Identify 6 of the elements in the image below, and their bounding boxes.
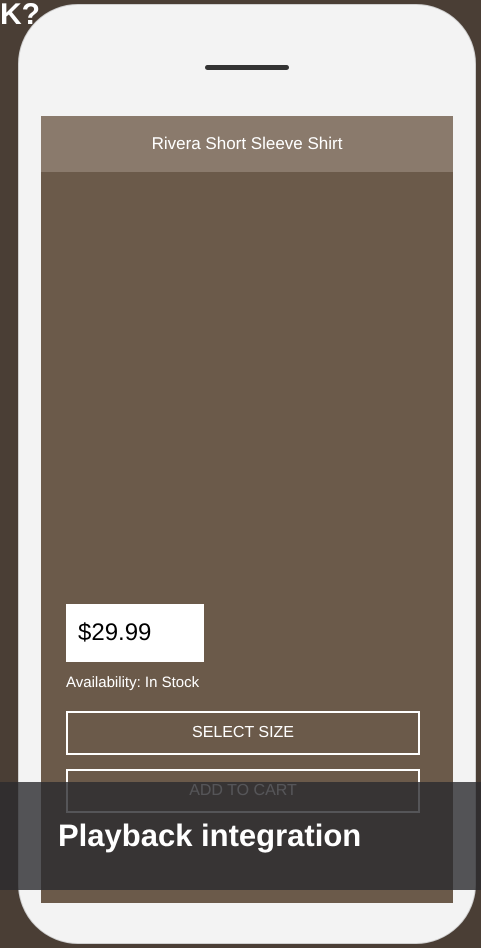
product-button[interactable]: SELECT SIZE bbox=[66, 711, 420, 755]
page-heading: K? bbox=[0, 0, 40, 30]
product-title: Rivera Short Sleeve Shirt bbox=[152, 133, 342, 156]
price: $29.99 bbox=[78, 618, 152, 648]
caption-text: Playback integration bbox=[58, 816, 362, 855]
availability-text: Availability: In Stock bbox=[66, 672, 200, 692]
